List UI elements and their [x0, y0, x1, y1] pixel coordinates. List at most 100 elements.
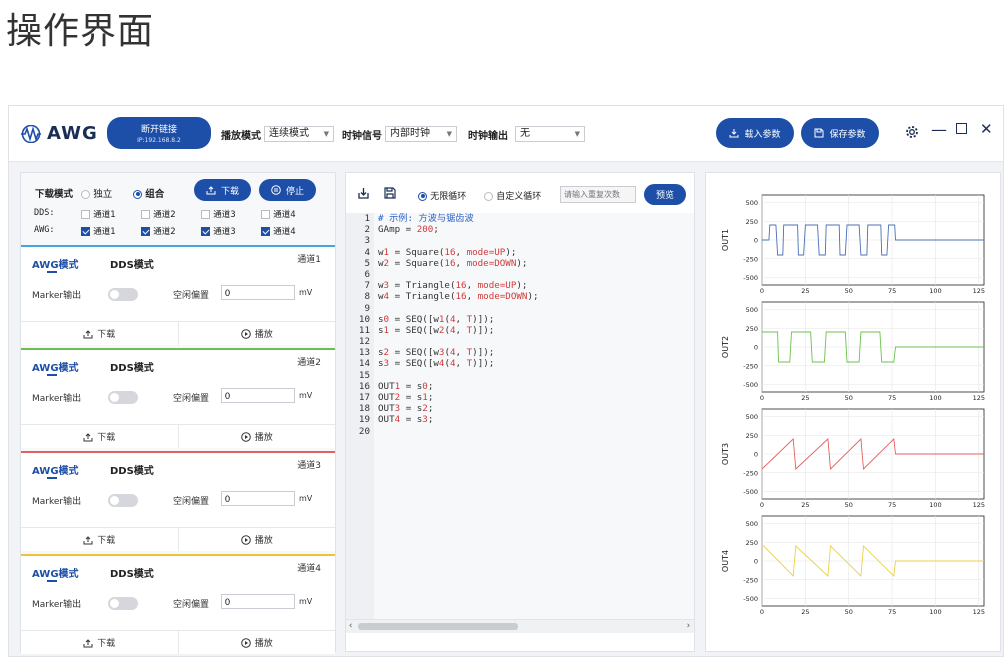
code-line: s0 = SEQ([w1(4, T)]);: [378, 313, 495, 325]
load-params-button[interactable]: 载入参数: [716, 118, 794, 148]
awg-app-window: AWG 断开链接 IP:192.168.8.2 播放模式 连续模式 ▼ 时钟信号 …: [8, 105, 1004, 657]
y-tick-label: -250: [743, 255, 758, 263]
line-number: 11: [358, 324, 370, 336]
play-mode-value: 连续模式: [269, 128, 309, 139]
channel-download-button[interactable]: 下载: [21, 631, 179, 654]
preview-button[interactable]: 预览: [644, 184, 686, 205]
y-tick-label: 500: [746, 306, 758, 314]
disconnect-button[interactable]: 断开链接 IP:192.168.8.2: [107, 117, 211, 149]
line-number-gutter: 1 2 3 4 5 6 7 8 9 10 11 12 13 14 15 16 17 18 19 20: [346, 213, 374, 633]
marker-output-toggle[interactable]: [108, 391, 138, 404]
awg-channel-4-checkbox[interactable]: 通道4: [261, 225, 296, 237]
infinite-loop-radio[interactable]: 无限循环: [418, 189, 466, 202]
upload-icon: [83, 432, 93, 441]
stop-label: 停止: [285, 186, 304, 197]
gear-icon[interactable]: [905, 125, 919, 139]
dds-mode-tab[interactable]: DDS模式: [110, 256, 154, 271]
y-tick-label: -500: [743, 381, 758, 389]
chevron-down-icon: ▼: [446, 130, 452, 138]
play-icon: [240, 534, 251, 545]
code-line: s3 = SEQ([w4(4, T)]);: [378, 358, 495, 370]
awg-channel-3-checkbox[interactable]: 通道3: [201, 225, 236, 237]
clock-signal-select[interactable]: 内部时钟 ▼: [385, 126, 457, 142]
import-icon[interactable]: [357, 187, 370, 200]
channel-play-button[interactable]: 播放: [179, 528, 336, 551]
repeat-count-input[interactable]: [560, 186, 636, 203]
line-number: 10: [358, 313, 370, 325]
channel-download-button[interactable]: 下载: [21, 425, 179, 448]
chevron-down-icon: ▼: [574, 130, 580, 138]
active-tab-underline: [47, 271, 57, 273]
dds-channel-4-checkbox[interactable]: 通道4: [261, 208, 296, 220]
marker-output-toggle[interactable]: [108, 494, 138, 507]
awg-mode-tab[interactable]: AWG模式: [32, 462, 79, 477]
marker-output-toggle[interactable]: [108, 288, 138, 301]
dds-channel-3-checkbox[interactable]: 通道3: [201, 208, 236, 220]
independent-radio[interactable]: 独立: [81, 186, 112, 200]
channel-config-panel: 下载模式 独立 组合 下载 停止 DDS: AWG: 通道1 通道2 通道3 通…: [20, 172, 336, 654]
y-axis-label: OUT4: [721, 550, 730, 572]
awg-channel-2-checkbox[interactable]: 通道2: [141, 225, 176, 237]
minimize-icon[interactable]: —: [931, 120, 947, 139]
channel-play-button[interactable]: 播放: [179, 322, 336, 345]
x-tick-label: 0: [760, 501, 764, 509]
dds-label: DDS:: [34, 208, 55, 218]
dds-mode-tab[interactable]: DDS模式: [110, 359, 154, 374]
radio-off-icon: [81, 189, 90, 199]
line-number: 9: [364, 302, 370, 314]
idle-bias-input[interactable]: [221, 491, 295, 506]
active-tab-underline: [47, 477, 57, 479]
scrollbar-thumb[interactable]: [358, 623, 518, 630]
awg-mode-tab[interactable]: AWG模式: [32, 565, 79, 580]
download-all-button[interactable]: 下载: [194, 179, 251, 201]
disconnect-label: 断开链接: [140, 125, 177, 135]
clock-output-select[interactable]: 无 ▼: [515, 126, 585, 142]
channel-card-2: AWG模式 DDS模式 通道2 Marker输出 空闲偏置 mV 下载 播放: [21, 348, 335, 448]
code-line: OUT2 = s1;: [378, 392, 434, 403]
channel-play-button[interactable]: 播放: [179, 631, 336, 654]
channel-play-button[interactable]: 播放: [179, 425, 336, 448]
line-number: 7: [364, 280, 370, 292]
download-mode-label: 下载模式: [35, 189, 74, 200]
combined-radio[interactable]: 组合: [133, 186, 164, 200]
stop-button[interactable]: 停止: [259, 179, 316, 201]
idle-bias-input[interactable]: [221, 594, 295, 609]
maximize-icon[interactable]: [956, 123, 967, 134]
scroll-left-icon[interactable]: ‹: [348, 621, 353, 631]
clock-signal-label: 时钟信号: [342, 131, 382, 142]
code-editor[interactable]: 1 2 3 4 5 6 7 8 9 10 11 12 13 14 15 16 17 18 19 20 # 示例: 方波…: [346, 213, 694, 633]
download-label: 下载: [97, 639, 116, 649]
save-params-button[interactable]: 保存参数: [801, 118, 879, 148]
awg-mode-tab[interactable]: AWG模式: [32, 359, 79, 374]
infinite-loop-label: 无限循环: [430, 192, 467, 202]
x-tick-label: 100: [929, 501, 941, 509]
dds-channel-2-checkbox[interactable]: 通道2: [141, 208, 176, 220]
play-mode-select[interactable]: 连续模式 ▼: [264, 126, 334, 142]
save-file-icon[interactable]: [384, 187, 396, 199]
idle-bias-input[interactable]: [221, 388, 295, 403]
y-tick-label: -250: [743, 469, 758, 477]
awg-channel-1-checkbox[interactable]: 通道1: [81, 225, 116, 237]
y-tick-label: 500: [746, 199, 758, 207]
channel-name: 通道2: [297, 358, 321, 368]
active-tab-underline: [47, 374, 57, 376]
channel-label: 通道1: [93, 227, 116, 237]
close-icon[interactable]: ✕: [980, 120, 993, 138]
custom-loop-radio[interactable]: 自定义循环: [484, 189, 541, 202]
channel-download-button[interactable]: 下载: [21, 528, 179, 551]
awg-mode-tab[interactable]: AWG模式: [32, 256, 79, 271]
channel-download-button[interactable]: 下载: [21, 322, 179, 345]
play-icon: [240, 637, 251, 648]
code-lines: # 示例: 方波与锯齿波 GAmp = 200; w1 = Square(16, m…: [378, 213, 539, 437]
dds-channel-1-checkbox[interactable]: 通道1: [81, 208, 116, 220]
scroll-right-icon[interactable]: ›: [686, 621, 691, 631]
line-number: 15: [358, 369, 370, 381]
horizontal-scrollbar[interactable]: ‹ ›: [346, 619, 694, 633]
channel-label: 通道3: [213, 227, 236, 237]
marker-output-toggle[interactable]: [108, 597, 138, 610]
idle-bias-input[interactable]: [221, 285, 295, 300]
dds-mode-tab[interactable]: DDS模式: [110, 462, 154, 477]
dds-mode-tab[interactable]: DDS模式: [110, 565, 154, 580]
